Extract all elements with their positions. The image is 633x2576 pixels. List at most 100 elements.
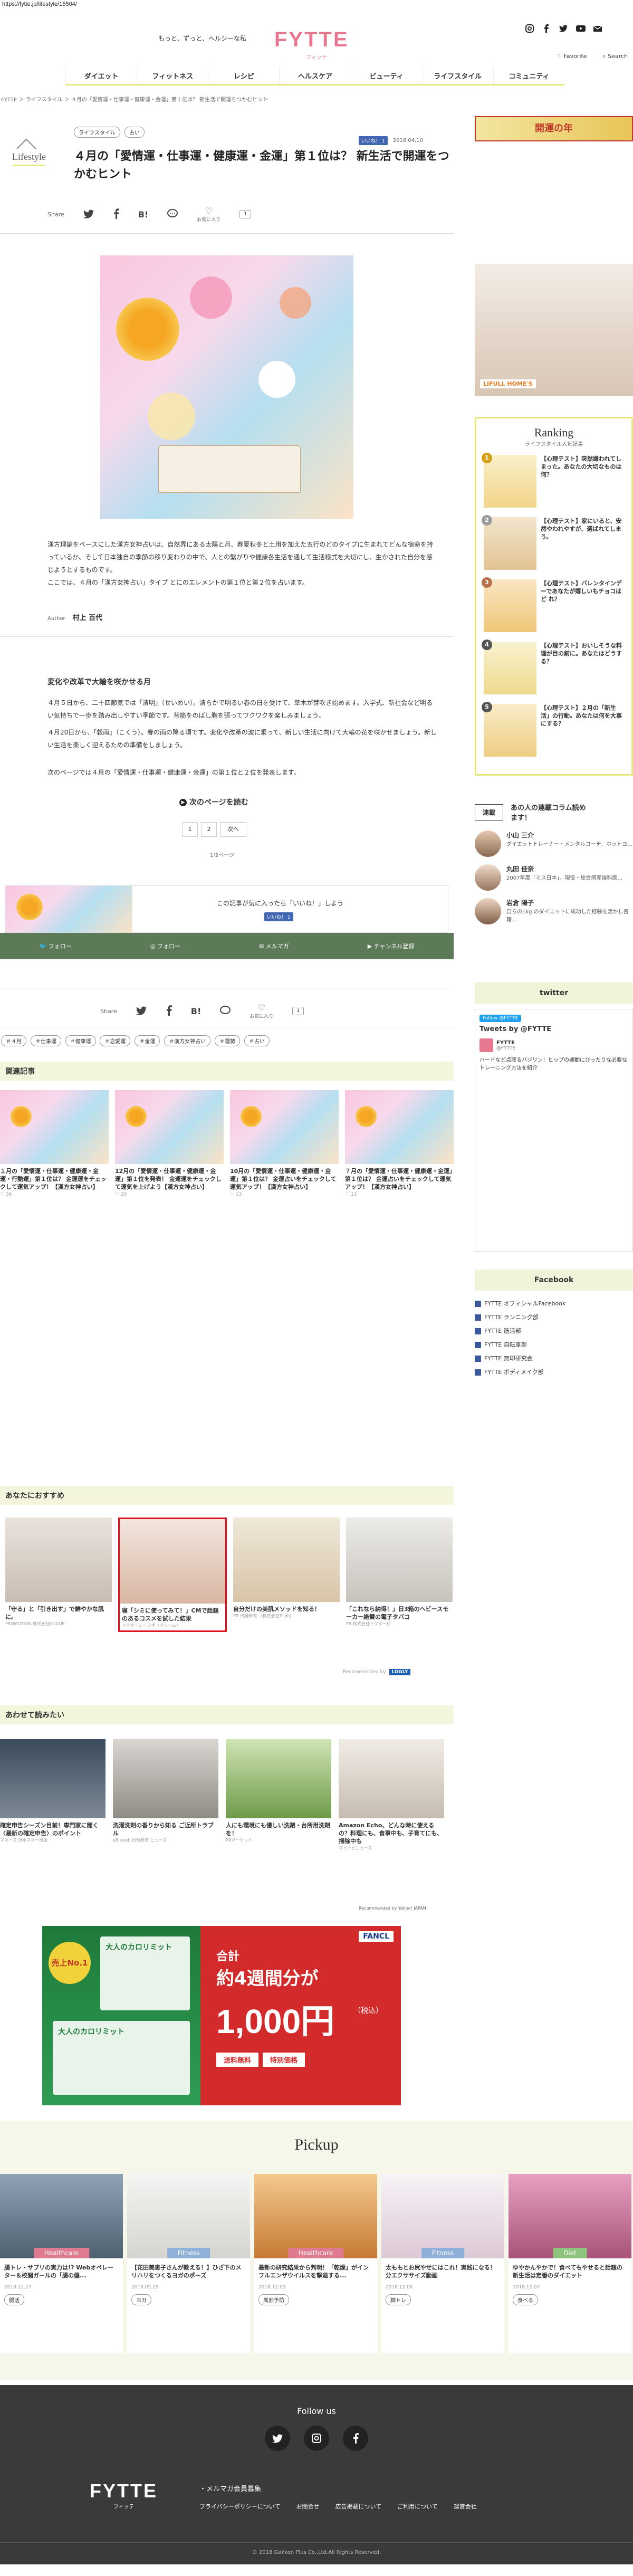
pickup-item[interactable]: Healthcare 腸トレ・サプリの実力は!? Webオペレーター＆校閲ガール…	[0, 2174, 123, 2353]
logly-logo[interactable]: LOGLY	[389, 1669, 410, 1675]
ranking-item[interactable]: 3 【心理テスト】バレンタインデーであなたが嬉しいもチョコはど れ？	[482, 577, 624, 632]
share-comment-icon[interactable]	[167, 208, 178, 220]
twitter-follow-button[interactable]: Follow @FYTTE	[479, 1015, 522, 1022]
facebook-link[interactable]: FYTTE ボディメイク部	[475, 1366, 633, 1379]
tag-kampo[interactable]: ＃漢方女神占い	[164, 1035, 211, 1046]
recommend-item-source: PR 日経新聞 （株式会社Tsiph）	[233, 1614, 294, 1618]
ranking-item[interactable]: 2 【心理テスト】家にいると、安然やわれやすが、選ばれてしまう。	[482, 515, 624, 570]
nav-item-healthcare[interactable]: ヘルスケア	[279, 66, 350, 84]
nav-item-community[interactable]: コミュニティ	[493, 66, 564, 84]
facebook-link[interactable]: FYTTE 筋活部	[475, 1324, 633, 1338]
related-item[interactable]: 12月の「愛情運・仕事運・健康運・金運」第１位を発表！ 金運運をチェックして運気…	[115, 1090, 224, 1197]
facebook-link[interactable]: FYTTE 自転車部	[475, 1338, 633, 1352]
facebook-link-label: FYTTE ランニング部	[484, 1314, 539, 1321]
writer-item[interactable]: 丸田 佳奈 2007年度「ミス日本」。現役・総合病産婦科医...	[475, 864, 633, 891]
twitter-icon[interactable]	[559, 24, 568, 33]
recommend-item[interactable]: 「これなら納得！」日3箱のヘビースモーカー絶賛の電子タバコ PR 株式会社ドクタ…	[346, 1518, 453, 1632]
page-next-button[interactable]: 次へ	[220, 822, 246, 837]
follow-mail[interactable]: ✉ メルマガ	[259, 942, 289, 950]
tag-money[interactable]: ＃金運	[135, 1035, 160, 1046]
fancl-ad[interactable]: 売上No.1 大人のカロリミット 大人のカロリミット FANCL 合計 約4週間…	[42, 1926, 401, 2105]
recommend-item[interactable]: 寝「シミに使ってみて！」CMで話題のあるコスメを試した結果 ドクターシーラボ（ク…	[118, 1518, 227, 1632]
share-facebook-icon[interactable]	[113, 208, 119, 221]
author-name[interactable]: 村上 百代	[73, 614, 103, 622]
instagram-icon[interactable]	[525, 24, 534, 33]
recommend-item[interactable]: 自分だけの美肌メソッドを知る！ PR 日経新聞 （株式会社Tsiph）	[233, 1518, 340, 1632]
sidebar-ad[interactable]: LIFULL HOME'S	[475, 264, 633, 396]
nav-item-beauty[interactable]: ビューティ	[350, 66, 422, 84]
share-hatena-icon[interactable]: B!	[191, 1006, 202, 1016]
pickup-item-tag[interactable]: 風邪予防	[258, 2294, 289, 2305]
tag-fortune-luck[interactable]: ＃運勢	[214, 1035, 240, 1046]
footer-facebook-icon[interactable]	[343, 2426, 368, 2451]
awase-item[interactable]: 確定申告シーズン目前！専門家に聞く〈最新の確定申告〉のポイント マネーズ 日本マ…	[0, 1739, 106, 1851]
recommend-item[interactable]: 「守る」と「引き出す」で鮮やかな肌に。 PROMOTION 株式会社VOGUE	[5, 1518, 112, 1632]
footer-link-terms[interactable]: ご利用について	[397, 2502, 438, 2511]
tag-april[interactable]: ＃４月	[1, 1035, 26, 1046]
nav-item-fitness[interactable]: フィットネス	[137, 66, 208, 84]
ranking-item[interactable]: 4 【心理テスト】おいしそうな料理が目の前に。あなたはどうする？	[482, 640, 624, 694]
facebook-link[interactable]: FYTTE ランニング部	[475, 1311, 633, 1324]
pickup-item-tag[interactable]: 食べる	[513, 2294, 538, 2305]
like-banner-fb-button[interactable]: いいね！ 1	[264, 912, 293, 921]
share-twitter-icon[interactable]	[136, 1006, 147, 1017]
nav-item-lifestyle[interactable]: ライフスタイル	[421, 66, 493, 84]
mail-icon[interactable]	[593, 24, 602, 33]
pickup-item[interactable]: Healthcare 最新の研究結果から判明！「乾燥」がインフルエンザウイルスを…	[254, 2174, 377, 2353]
tag-uranai[interactable]: ＃占い	[244, 1035, 270, 1046]
facebook-icon[interactable]	[542, 24, 551, 33]
follow-twitter[interactable]: 🐦 フォロー	[40, 942, 72, 950]
share-twitter-icon[interactable]	[83, 209, 94, 220]
nav-item-diet[interactable]: ダイエット	[65, 66, 137, 84]
nav-item-recipe[interactable]: レシピ	[208, 66, 279, 84]
facebook-link[interactable]: FYTTE オフィシャルFacebook	[475, 1297, 633, 1311]
footer-link-contact[interactable]: お問合せ	[296, 2502, 319, 2511]
pickup-item[interactable]: Fitness 【花田美恵子さんが教える！】ひざ下のメリハリをつくるヨガのポーズ…	[127, 2174, 250, 2353]
follow-youtube[interactable]: ▶ チャンネル登録	[368, 942, 415, 950]
writer-item[interactable]: 岩倉 陽子 自らの1kg のダイエットに成功した経験を活かし書籍...	[475, 898, 633, 924]
related-item[interactable]: ７月の「愛情運・仕事運・健康運・金運」第１位は？ 金運占いをチェックして運気アッ…	[345, 1090, 454, 1197]
fav-button-top[interactable]: ♡ お気に入り	[197, 206, 220, 223]
follow-instagram[interactable]: ◎ フォロー	[150, 942, 180, 950]
footer-link-ads[interactable]: 広告掲載について	[335, 2502, 381, 2511]
awase-item[interactable]: 人にも環境にも優しい洗剤・台所用洗剤を！ PRマーケット	[226, 1739, 331, 1851]
sidebar-banner[interactable]: 開運の年	[475, 116, 633, 141]
page-1-button[interactable]: 1	[182, 822, 198, 837]
tag-lifestyle[interactable]: ライフスタイル	[74, 127, 120, 138]
footer-link-privacy[interactable]: プライバシーポリシーについて	[199, 2502, 280, 2511]
writer-item[interactable]: 小山 三介 ダイエットトレーナー・メンタルコーチ、ホットヨ...	[475, 831, 633, 857]
share-facebook-icon[interactable]	[166, 1005, 172, 1017]
breadcrumb[interactable]: FYTTE ＞ ライフスタイル ＞ ４月の「愛情運・仕事運・健康運・金運」第１位…	[1, 95, 268, 103]
pickup-item-tag[interactable]: 腸活	[4, 2294, 24, 2305]
related-item[interactable]: １月の「愛情運・仕事運・健康運・金運・行動運」第１位は？ 金運運をチェックして運…	[0, 1090, 109, 1197]
next-page-link[interactable]: ▶ 次のページを読む	[179, 797, 248, 807]
pickup-item[interactable]: Fitness 太ももとお尻やせにはこれ！実践になる！分エクササイズ動画 201…	[381, 2174, 504, 2353]
tag-love[interactable]: ＃恋愛運	[100, 1035, 131, 1046]
search-link[interactable]: ⌕ Search	[603, 53, 628, 60]
page-2-button[interactable]: 2	[201, 822, 217, 837]
ranking-item[interactable]: 1 【心理テスト】突然嫌われてしまった。あなたの大切なものは何？	[482, 453, 624, 508]
favorite-link[interactable]: ♡ Favorite	[557, 53, 587, 60]
awase-item[interactable]: 洗濯洗剤の香りから知る ご近所トラブル eBizweb 日刊経済 ニュース	[113, 1739, 218, 1851]
footer-instagram-icon[interactable]	[304, 2426, 329, 2451]
pickup-item-tag[interactable]: 脚トレ	[386, 2294, 411, 2305]
tag-work[interactable]: ＃仕事運	[30, 1035, 61, 1046]
footer-mail[interactable]: ・メルマガ会員募集	[199, 2483, 261, 2493]
share-hatena-icon[interactable]: B!	[138, 209, 149, 220]
footer-link-company[interactable]: 運営会社	[454, 2502, 477, 2511]
related-item[interactable]: 10月の「愛情運・仕事運・健康運・金運」第１位は？ 金運占いをチェックして運気ア…	[230, 1090, 339, 1197]
fav-button-bottom[interactable]: ♡ お気に入り	[250, 1003, 273, 1019]
tag-fortune[interactable]: 占い	[124, 127, 145, 138]
pickup-item-tag[interactable]: ヨガ	[131, 2294, 151, 2305]
footer-logo[interactable]: FYTTE	[90, 2480, 158, 2502]
pickup-item[interactable]: Diet ゆやかんやかで！食べてもやせると話題の新生活は定番のダイエット 201…	[509, 2174, 631, 2353]
tag-health[interactable]: ＃健康運	[65, 1035, 96, 1046]
awase-item[interactable]: Amazon Echo、どんな時に使えるの？料理にも、食事中も、子育てにも、掃除…	[339, 1739, 444, 1851]
share-comment-icon[interactable]	[220, 1005, 231, 1017]
youtube-icon[interactable]	[576, 24, 586, 33]
facebook-link[interactable]: FYTTE 無印研究会	[475, 1352, 633, 1366]
ranking-item[interactable]: 5 【心理テスト】２月の「新生活」の行動。あなたは何を大事にする？	[482, 702, 624, 757]
footer-twitter-icon[interactable]	[265, 2426, 290, 2451]
fb-like-button[interactable]: いいね！ 1	[359, 136, 388, 145]
site-logo[interactable]: FYTTE	[274, 28, 349, 52]
